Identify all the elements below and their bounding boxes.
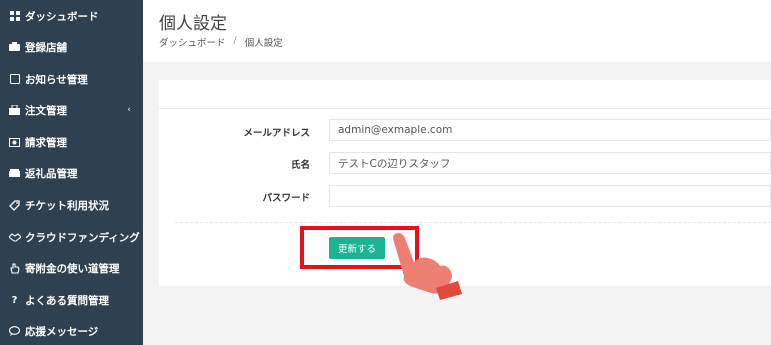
sidebar-item-label: ダッシュボード	[25, 10, 99, 23]
breadcrumb-item-dashboard[interactable]: ダッシュボード	[159, 35, 226, 49]
email-label: メールアドレス	[243, 128, 310, 139]
gift-icon	[8, 167, 21, 180]
sidebar-item-stores[interactable]: 登録店舗	[0, 31, 143, 63]
money-icon	[8, 136, 21, 149]
sidebar-item-label: 請求管理	[25, 136, 67, 149]
update-button[interactable]: 更新する	[329, 237, 385, 259]
sidebar-item-notices[interactable]: お知らせ管理	[0, 63, 143, 95]
shop-icon	[8, 104, 21, 117]
ticket-icon	[8, 199, 21, 212]
sidebar-item-label: 注文管理	[25, 104, 67, 117]
breadcrumb-separator: /	[233, 35, 237, 46]
sidebar-item-crowdfunding[interactable]: クラウドファンディング	[0, 221, 143, 253]
chat-icon	[8, 325, 21, 338]
pointing-hand-icon	[393, 233, 462, 300]
password-label: パスワード	[262, 193, 310, 204]
panel-divider	[159, 108, 771, 109]
sidebar-item-label: チケット利用状況	[25, 199, 109, 212]
password-field[interactable]	[329, 185, 771, 207]
question-icon: ?	[11, 294, 18, 306]
sidebar-item-label: 返礼品管理	[25, 167, 78, 180]
breadcrumb: ダッシュボード / 個人設定	[159, 35, 283, 49]
sidebar-item-donation-usage[interactable]: 寄附金の使い道管理	[0, 252, 143, 284]
sidebar-item-dashboard[interactable]: ダッシュボード	[0, 0, 143, 32]
sidebar-item-label: お知らせ管理	[25, 73, 88, 86]
chevron-left-icon[interactable]: ‹	[127, 105, 131, 115]
sidebar-item-billing[interactable]: 請求管理	[0, 126, 143, 158]
sidebar-item-label: 登録店舗	[25, 41, 67, 54]
sidebar-item-messages[interactable]: 応援メッセージ	[0, 315, 143, 345]
name-field[interactable]: テストCの辺りスタッフ	[329, 152, 771, 174]
sidebar-item-label: 寄附金の使い道管理	[25, 262, 120, 275]
sidebar-item-label: 応援メッセージ	[25, 325, 99, 338]
sidebar-item-label: よくある質問管理	[25, 294, 109, 307]
sidebar-item-tickets[interactable]: チケット利用状況	[0, 189, 143, 221]
sidebar-item-label: クラウドファンディング	[25, 231, 140, 244]
breadcrumb-item-current: 個人設定	[244, 38, 283, 49]
page-title: 個人設定	[159, 14, 227, 34]
store-icon	[8, 41, 21, 54]
grid-icon	[8, 10, 21, 23]
email-field[interactable]: admin@exmaple.com	[329, 119, 771, 141]
handshake-icon	[8, 231, 21, 244]
hand-icon	[8, 262, 21, 275]
sidebar-item-orders[interactable]: 注文管理 ‹	[0, 94, 143, 126]
notice-icon	[8, 73, 21, 86]
sidebar: ダッシュボード 登録店舗 お知らせ管理 注文管理 ‹ 請求管理 返礼品管理 チケ…	[0, 0, 143, 345]
form-divider	[175, 222, 771, 223]
sidebar-item-faq[interactable]: ? よくある質問管理	[0, 284, 143, 316]
name-label: 氏名	[290, 160, 310, 171]
sidebar-item-gifts[interactable]: 返礼品管理	[0, 157, 143, 189]
